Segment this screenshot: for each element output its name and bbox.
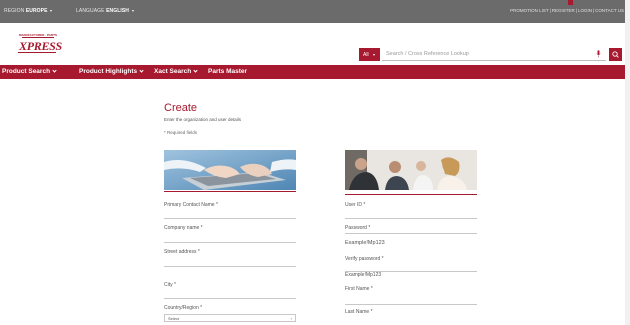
search-icon — [612, 51, 619, 58]
logo-rule — [22, 37, 54, 38]
region-selector[interactable]: REGION EUROPE — [4, 8, 53, 14]
chevron-down-icon — [372, 53, 375, 56]
first-name-label: First Name * — [345, 286, 373, 292]
contact-us-link[interactable]: CONTACT US — [595, 8, 624, 13]
required-note: * Required fields — [164, 130, 198, 135]
register-link[interactable]: REGISTER — [552, 8, 575, 13]
country-region-label: Country/Region * — [164, 305, 203, 311]
search-bar: All Search / Cross Reference Lookup — [359, 48, 622, 61]
verify-password-label: Verify password * — [345, 256, 384, 262]
first-name-field[interactable] — [345, 304, 477, 305]
typing-laptop-photo — [164, 150, 296, 190]
nav-product-search[interactable]: Product Search — [2, 67, 57, 75]
street-address-label: Street address * — [164, 249, 200, 255]
login-link[interactable]: LOGIN — [578, 8, 592, 13]
search-scope-dropdown[interactable]: All — [359, 48, 380, 61]
right-photo-accent — [345, 194, 477, 195]
nav-product-highlights[interactable]: Product Highlights — [79, 67, 144, 75]
chevron-down-icon: › — [290, 316, 292, 321]
chevron-down-icon — [52, 67, 57, 73]
logo-underline — [18, 52, 56, 53]
nav-label: Product Search — [2, 68, 51, 75]
search-scope-label: All — [363, 52, 369, 58]
verify-password-example: Example!Mp123 — [345, 272, 382, 278]
language-label: LANGUAGE — [76, 8, 105, 14]
search-button[interactable] — [609, 48, 622, 61]
chevron-down-icon — [131, 9, 134, 12]
nav-parts-master[interactable]: Parts Master — [208, 68, 247, 75]
chevron-down-icon — [139, 67, 144, 73]
password-example: Example!Mp123 — [345, 240, 385, 246]
user-id-field[interactable] — [345, 218, 477, 219]
search-input[interactable]: Search / Cross Reference Lookup — [382, 48, 606, 61]
chevron-down-icon — [193, 67, 198, 73]
nav-label: Parts Master — [208, 68, 248, 75]
company-name-field[interactable] — [164, 242, 296, 243]
page-scrollbar[interactable] — [625, 0, 630, 325]
main-nav: Product Search Product Highlights Xact S… — [0, 65, 630, 79]
page-title: Create — [164, 102, 198, 114]
password-label: Password * — [345, 225, 371, 231]
company-name-label: Company name * — [164, 225, 203, 231]
corner-marker — [568, 0, 573, 5]
site-logo[interactable]: MANUFACTURER · PARTS XPRESS — [18, 33, 62, 55]
top-utility-bar: REGION EUROPE LANGUAGE ENGLISH PROMOTION… — [0, 0, 630, 23]
city-field[interactable] — [164, 298, 296, 299]
language-selector[interactable]: LANGUAGE ENGLISH — [76, 8, 134, 14]
promotion-list-link[interactable]: PROMOTION LIST — [510, 8, 549, 13]
region-value: EUROPE — [25, 8, 48, 14]
chevron-down-icon — [50, 9, 53, 12]
last-name-label: Last Name * — [345, 309, 373, 315]
top-links: PROMOTION LIST|REGISTER|LOGIN|CONTACT US — [510, 8, 624, 13]
city-label: City * — [164, 282, 176, 288]
nav-xact-search[interactable]: Xact Search — [154, 67, 198, 75]
primary-contact-field[interactable] — [164, 218, 296, 219]
user-id-label: User ID * — [345, 202, 366, 208]
left-photo-accent — [164, 191, 296, 192]
country-region-select[interactable]: Select › — [164, 314, 296, 322]
street-address-field[interactable] — [164, 266, 296, 267]
country-select-value: Select — [168, 316, 180, 321]
primary-contact-label: Primary Contact Name * — [164, 202, 218, 208]
nav-label: Xact Search — [154, 68, 192, 75]
nav-label: Product Highlights — [79, 68, 138, 75]
microphone-icon[interactable] — [596, 50, 601, 58]
language-value: ENGLISH — [106, 8, 130, 14]
region-label: REGION — [4, 8, 25, 14]
page-intro: Enter the organization and user details — [164, 117, 242, 122]
password-field[interactable] — [345, 233, 477, 234]
team-meeting-photo — [345, 150, 477, 190]
